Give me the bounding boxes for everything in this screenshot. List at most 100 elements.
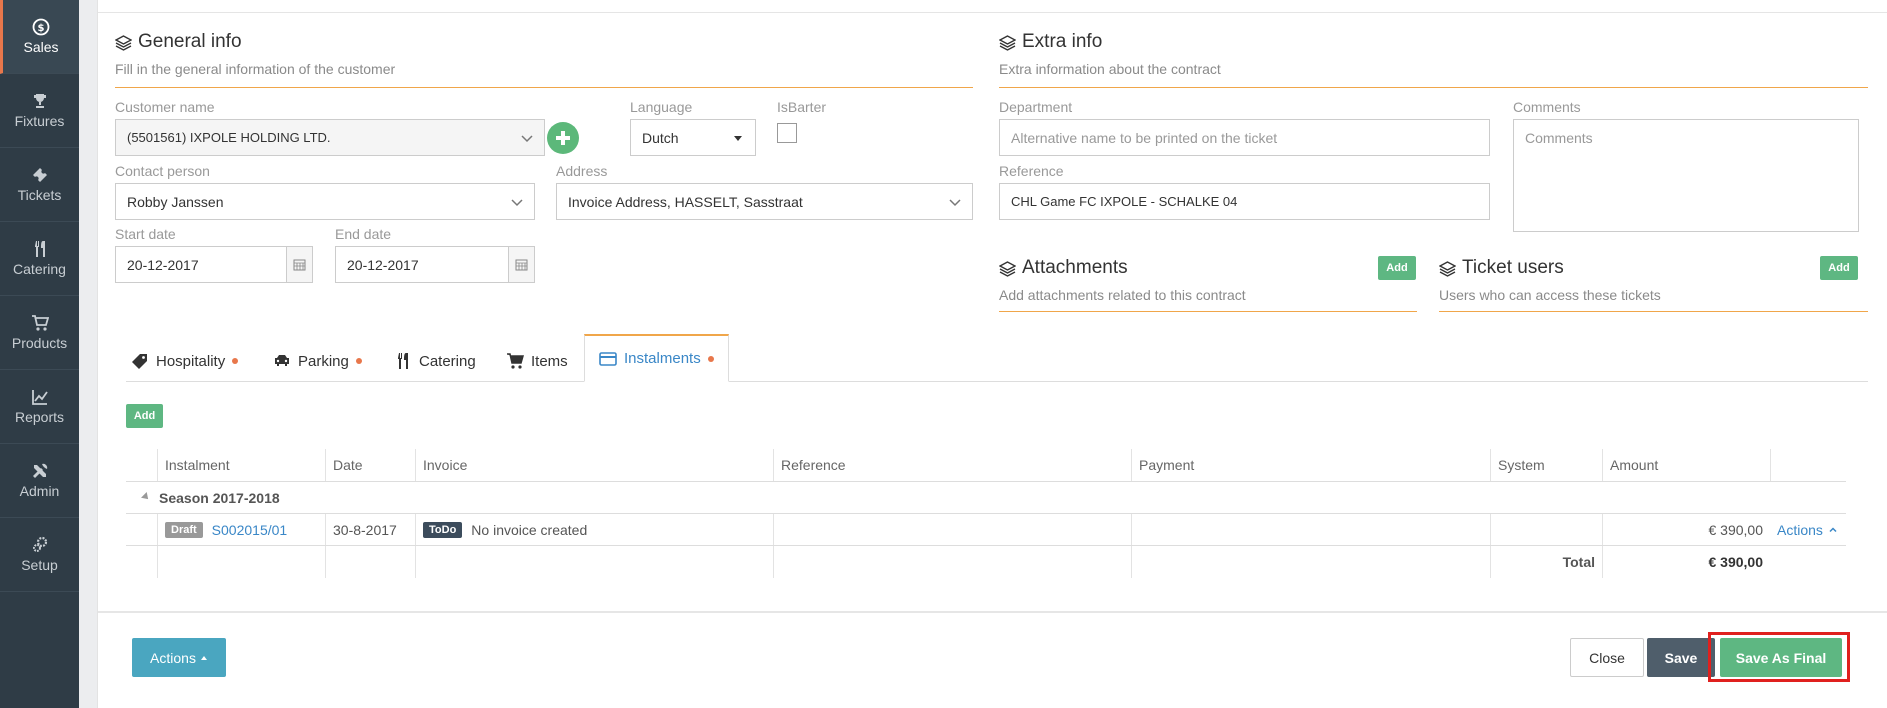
ticket-users-title: Ticket users [1439, 257, 1564, 279]
customer-name-label: Customer name [115, 99, 215, 115]
end-date-input[interactable]: 20-12-2017 [335, 246, 535, 283]
comments-textarea[interactable]: Comments [1513, 119, 1859, 232]
add-customer-button[interactable] [547, 122, 579, 154]
tag-icon [132, 354, 147, 369]
chart-icon [31, 390, 48, 405]
actions-button[interactable]: Actions [132, 638, 226, 677]
reference-input[interactable]: CHL Game FC IXPOLE - SCHALKE 04 [999, 183, 1490, 220]
isbarter-checkbox[interactable] [777, 123, 797, 143]
tab-instalments[interactable]: Instalments [584, 334, 729, 382]
tools-icon [32, 463, 47, 478]
trophy-icon [33, 94, 46, 108]
status-dot [707, 355, 714, 362]
address-label: Address [556, 163, 608, 179]
divider [1439, 311, 1868, 312]
date-cell: 30-8-2017 [325, 514, 415, 545]
attachments-title: Attachments [999, 257, 1128, 279]
caret-down-icon [734, 136, 742, 141]
sidebar-item-catering[interactable]: Catering [0, 222, 79, 296]
highlight-box [1708, 632, 1850, 682]
ticket-icon [32, 168, 47, 182]
sidebar-item-label: Sales [23, 39, 59, 55]
customer-name-select[interactable]: (5501561) IXPOLE HOLDING LTD. [115, 119, 545, 156]
end-date-label: End date [335, 226, 392, 242]
department-input[interactable]: Alternative name to be printed on the ti… [999, 119, 1490, 156]
tabs-divider [126, 381, 1868, 382]
empty-cell [1131, 546, 1490, 578]
invoice-cell: ToDo No invoice created [415, 514, 773, 545]
extra-info-subtitle: Extra information about the contract [999, 61, 1221, 77]
instalment-link[interactable]: S002015/01 [212, 522, 288, 538]
tab-parking[interactable]: Parking [273, 341, 362, 381]
language-select[interactable]: Dutch [630, 119, 756, 156]
column-header[interactable]: Invoice [415, 449, 773, 481]
column-header[interactable]: Reference [773, 449, 1131, 481]
collapse-caret-icon[interactable] [141, 492, 151, 502]
cart-icon [507, 353, 524, 369]
calendar-button[interactable] [286, 247, 312, 282]
payment-cell [1131, 514, 1490, 545]
empty-cell [325, 546, 415, 578]
contact-person-select[interactable]: Robby Janssen [115, 183, 535, 220]
gears-icon [32, 536, 47, 552]
add-attachment-button[interactable]: Add [1378, 256, 1416, 280]
tab-hospitality[interactable]: Hospitality [131, 341, 239, 381]
amount-cell: € 390,00 [1602, 514, 1770, 545]
cart-icon [31, 315, 49, 331]
comments-label: Comments [1513, 99, 1581, 115]
calendar-button[interactable] [508, 247, 534, 282]
extra-info-title: Extra info [999, 31, 1102, 53]
sidebar-item-fixtures[interactable]: Fixtures [0, 74, 79, 148]
calendar-icon [293, 259, 306, 271]
contact-person-label: Contact person [115, 163, 210, 179]
language-label: Language [630, 99, 693, 115]
sidebar-item-label: Products [11, 335, 68, 351]
layers-icon [999, 260, 1016, 277]
sidebar-item-admin[interactable]: Admin [0, 444, 79, 518]
status-dot [232, 358, 239, 364]
row-actions-button[interactable]: Actions [1770, 514, 1846, 545]
chevron-down-icon [521, 135, 533, 143]
total-label: Total [1490, 546, 1602, 578]
start-date-input[interactable]: 20-12-2017 [115, 246, 313, 283]
attachments-subtitle: Add attachments related to this contract [999, 287, 1246, 303]
sidebar-item-reports[interactable]: Reports [0, 370, 79, 444]
table-header: Instalment Date Invoice Reference Paymen… [126, 449, 1846, 482]
divider [999, 87, 1868, 88]
system-cell [1490, 514, 1602, 545]
column-header[interactable]: Payment [1131, 449, 1490, 481]
sidebar: $ Sales Fixtures Tickets Catering Produc… [0, 0, 79, 708]
save-button[interactable]: Save [1647, 638, 1715, 677]
contract-panel: General info Fill in the general informa… [97, 0, 1887, 708]
group-row[interactable]: Season 2017-2018 [126, 482, 1846, 514]
sidebar-item-sales[interactable]: $ Sales [0, 0, 79, 74]
reference-label: Reference [999, 163, 1064, 179]
divider [999, 311, 1417, 312]
column-header[interactable]: System [1490, 449, 1602, 481]
empty-cell [773, 546, 1131, 578]
caret-up-icon [200, 655, 207, 660]
add-ticket-user-button[interactable]: Add [1820, 256, 1858, 280]
column-header[interactable]: Instalment [157, 449, 325, 481]
column-header[interactable]: Amount [1602, 449, 1770, 481]
general-info-subtitle: Fill in the general information of the c… [115, 61, 396, 77]
add-instalment-button[interactable]: Add [126, 404, 163, 428]
car-icon [275, 355, 289, 366]
sidebar-item-products[interactable]: Products [0, 296, 79, 370]
total-row: Total € 390,00 [126, 546, 1846, 578]
table-row[interactable]: Draft S002015/01 30-8-2017 ToDo No invoi… [126, 514, 1846, 546]
close-button[interactable]: Close [1570, 638, 1644, 677]
empty-cell [157, 546, 325, 578]
tab-items[interactable]: Items [506, 341, 568, 381]
address-select[interactable]: Invoice Address, HASSELT, Sasstraat [556, 183, 973, 220]
sidebar-item-setup[interactable]: Setup [0, 518, 79, 592]
plus-icon [556, 131, 570, 145]
status-dot [355, 358, 362, 364]
column-header[interactable]: Date [325, 449, 415, 481]
todo-badge: ToDo [423, 521, 463, 538]
isbarter-label: IsBarter [777, 99, 827, 115]
sidebar-item-tickets[interactable]: Tickets [0, 148, 79, 222]
start-date-label: Start date [115, 226, 176, 242]
tab-catering[interactable]: Catering [394, 341, 476, 381]
sidebar-item-label: Setup [21, 557, 58, 573]
